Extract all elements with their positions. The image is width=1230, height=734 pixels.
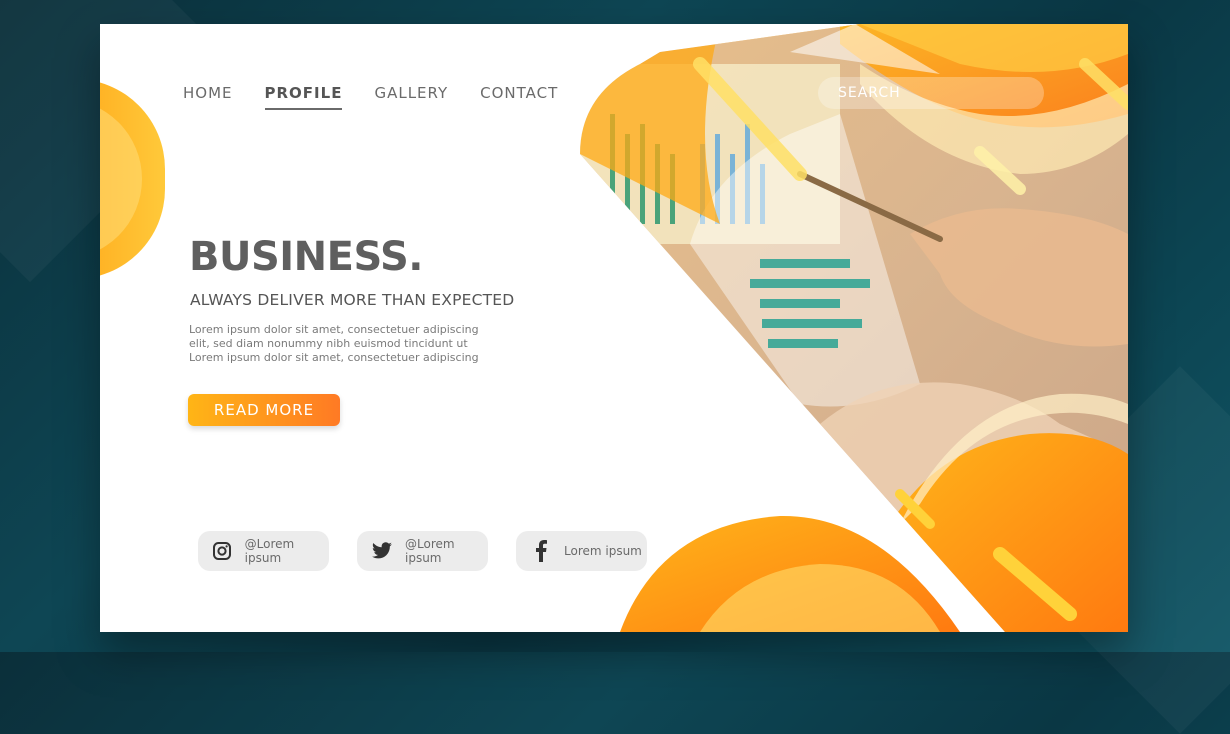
instagram-icon	[212, 540, 233, 562]
hero-body-line: elit, sed diam nonummy nibh euismod tinc…	[189, 337, 468, 350]
social-instagram-link[interactable]: @Lorem ipsum	[198, 531, 329, 571]
main-nav: HOME PROFILE GALLERY CONTACT	[183, 84, 590, 110]
nav-contact[interactable]: CONTACT	[480, 84, 558, 110]
social-facebook-link[interactable]: Lorem ipsum	[516, 531, 647, 571]
hero-body-line: Lorem ipsum dolor sit amet, consectetuer…	[189, 323, 479, 336]
social-handle: @Lorem ipsum	[405, 537, 455, 565]
hero-subtitle: ALWAYS DELIVER MORE THAN EXPECTED	[190, 291, 515, 309]
hero-title: BUSINESS.	[189, 234, 423, 280]
read-more-button[interactable]: READ MORE	[188, 394, 340, 426]
landing-page-card: HOME PROFILE GALLERY CONTACT BUSINESS. A…	[100, 24, 1128, 632]
nav-profile[interactable]: PROFILE	[264, 84, 343, 110]
hero-body: Lorem ipsum dolor sit amet, consectetuer…	[189, 323, 489, 365]
search-input[interactable]	[818, 77, 1044, 109]
social-handle: Lorem ipsum	[564, 544, 642, 558]
twitter-icon	[371, 540, 393, 562]
hero-body-line: Lorem ipsum dolor sit amet, consectetuer…	[189, 351, 479, 364]
nav-gallery[interactable]: GALLERY	[374, 84, 448, 110]
social-handle: @Lorem ipsum	[244, 537, 295, 565]
nav-home[interactable]: HOME	[183, 84, 233, 110]
facebook-icon	[530, 540, 552, 562]
social-twitter-link[interactable]: @Lorem ipsum	[357, 531, 488, 571]
